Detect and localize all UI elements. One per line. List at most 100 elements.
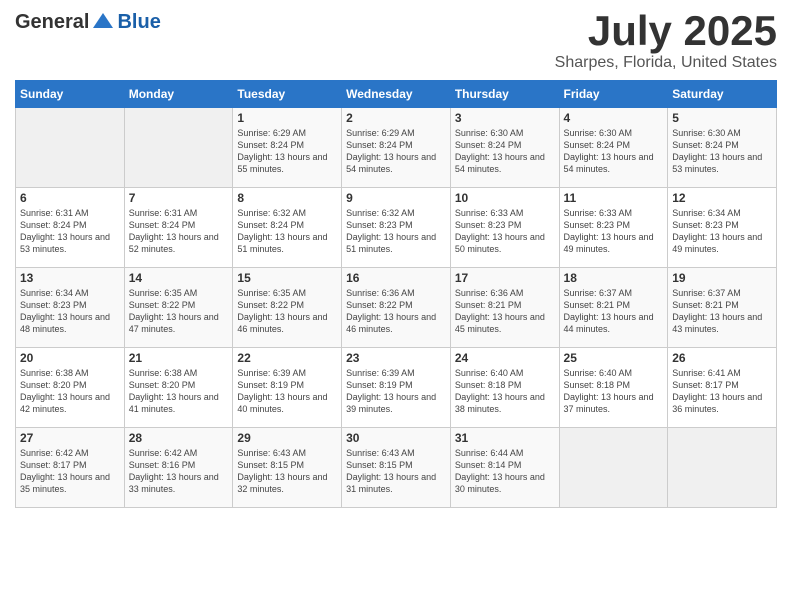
cell-detail: Sunrise: 6:30 AMSunset: 8:24 PMDaylight:… <box>455 127 555 176</box>
cell-detail: Sunrise: 6:29 AMSunset: 8:24 PMDaylight:… <box>346 127 446 176</box>
calendar-cell: 28 Sunrise: 6:42 AMSunset: 8:16 PMDayligh… <box>124 428 233 508</box>
cell-detail: Sunrise: 6:42 AMSunset: 8:17 PMDaylight:… <box>20 447 120 496</box>
location-title: Sharpes, Florida, United States <box>555 54 777 72</box>
calendar-cell: 10Sunrise: 6:33 AMSunset: 8:23 PMDayligh… <box>450 188 559 268</box>
day-number: 19 <box>672 271 772 285</box>
calendar-cell: 29 Sunrise: 6:43 AMSunset: 8:15 PMDayligh… <box>233 428 342 508</box>
day-number: 18 <box>564 271 664 285</box>
cell-detail: Sunrise: 6:29 AMSunset: 8:24 PMDaylight:… <box>237 127 337 176</box>
day-number: 27 <box>20 431 120 445</box>
day-number: 23 <box>346 351 446 365</box>
day-number: 16 <box>346 271 446 285</box>
cell-detail: Sunrise: 6:33 AMSunset: 8:23 PMDaylight:… <box>564 207 664 256</box>
calendar-cell: 26 Sunrise: 6:41 AMSunset: 8:17 PMDayligh… <box>668 348 777 428</box>
day-header-thursday: Thursday <box>450 81 559 108</box>
month-title: July 2025 <box>555 10 777 52</box>
day-header-sunday: Sunday <box>16 81 125 108</box>
cell-detail: Sunrise: 6:36 AMSunset: 8:22 PMDaylight:… <box>346 287 446 336</box>
day-header-tuesday: Tuesday <box>233 81 342 108</box>
day-number: 7 <box>129 191 229 205</box>
calendar-cell: 7 Sunrise: 6:31 AMSunset: 8:24 PMDaylight… <box>124 188 233 268</box>
calendar-cell: 2 Sunrise: 6:29 AMSunset: 8:24 PMDaylight… <box>342 108 451 188</box>
cell-detail: Sunrise: 6:43 AMSunset: 8:15 PMDaylight:… <box>346 447 446 496</box>
calendar-cell: 15Sunrise: 6:35 AMSunset: 8:22 PMDayligh… <box>233 268 342 348</box>
day-number: 2 <box>346 111 446 125</box>
calendar-cell: 1 Sunrise: 6:29 AMSunset: 8:24 PMDaylight… <box>233 108 342 188</box>
calendar-cell: 27 Sunrise: 6:42 AMSunset: 8:17 PMDayligh… <box>16 428 125 508</box>
calendar-cell <box>559 428 668 508</box>
day-number: 15 <box>237 271 337 285</box>
calendar-cell: 13 Sunrise: 6:34 AMSunset: 8:23 PMDayligh… <box>16 268 125 348</box>
day-number: 22 <box>237 351 337 365</box>
page-header: General Blue July 2025 Sharpes, Florida,… <box>15 10 777 72</box>
day-number: 12 <box>672 191 772 205</box>
day-number: 11 <box>564 191 664 205</box>
calendar-week-row: 13 Sunrise: 6:34 AMSunset: 8:23 PMDayligh… <box>16 268 777 348</box>
calendar-cell: 8 Sunrise: 6:32 AMSunset: 8:24 PMDaylight… <box>233 188 342 268</box>
logo-general-text: General <box>15 11 89 34</box>
calendar-cell: 24 Sunrise: 6:40 AMSunset: 8:18 PMDayligh… <box>450 348 559 428</box>
calendar-table: SundayMondayTuesdayWednesdayThursdayFrid… <box>15 80 777 508</box>
cell-detail: Sunrise: 6:43 AMSunset: 8:15 PMDaylight:… <box>237 447 337 496</box>
day-number: 3 <box>455 111 555 125</box>
day-number: 29 <box>237 431 337 445</box>
calendar-week-row: 27 Sunrise: 6:42 AMSunset: 8:17 PMDayligh… <box>16 428 777 508</box>
logo-icon <box>91 10 115 34</box>
day-number: 31 <box>455 431 555 445</box>
day-header-wednesday: Wednesday <box>342 81 451 108</box>
cell-detail: Sunrise: 6:42 AMSunset: 8:16 PMDaylight:… <box>129 447 229 496</box>
calendar-cell: 12 Sunrise: 6:34 AMSunset: 8:23 PMDayligh… <box>668 188 777 268</box>
cell-detail: Sunrise: 6:44 AMSunset: 8:14 PMDaylight:… <box>455 447 555 496</box>
day-number: 25 <box>564 351 664 365</box>
cell-detail: Sunrise: 6:40 AMSunset: 8:18 PMDaylight:… <box>455 367 555 416</box>
calendar-cell: 25 Sunrise: 6:40 AMSunset: 8:18 PMDayligh… <box>559 348 668 428</box>
cell-detail: Sunrise: 6:34 AMSunset: 8:23 PMDaylight:… <box>672 207 772 256</box>
calendar-cell: 11 Sunrise: 6:33 AMSunset: 8:23 PMDayligh… <box>559 188 668 268</box>
cell-detail: Sunrise: 6:37 AMSunset: 8:21 PMDaylight:… <box>672 287 772 336</box>
calendar-cell: 18 Sunrise: 6:37 AMSunset: 8:21 PMDayligh… <box>559 268 668 348</box>
day-number: 26 <box>672 351 772 365</box>
day-number: 24 <box>455 351 555 365</box>
calendar-cell: 30Sunrise: 6:43 AMSunset: 8:15 PMDayligh… <box>342 428 451 508</box>
calendar-cell: 17 Sunrise: 6:36 AMSunset: 8:21 PMDayligh… <box>450 268 559 348</box>
cell-detail: Sunrise: 6:35 AMSunset: 8:22 PMDaylight:… <box>129 287 229 336</box>
logo: General Blue <box>15 10 161 34</box>
calendar-cell: 6Sunrise: 6:31 AMSunset: 8:24 PMDaylight… <box>16 188 125 268</box>
calendar-cell <box>124 108 233 188</box>
logo-blue-text: Blue <box>117 11 160 34</box>
calendar-cell: 16 Sunrise: 6:36 AMSunset: 8:22 PMDayligh… <box>342 268 451 348</box>
calendar-cell <box>16 108 125 188</box>
day-number: 6 <box>20 191 120 205</box>
cell-detail: Sunrise: 6:38 AMSunset: 8:20 PMDaylight:… <box>129 367 229 416</box>
cell-detail: Sunrise: 6:37 AMSunset: 8:21 PMDaylight:… <box>564 287 664 336</box>
cell-detail: Sunrise: 6:31 AMSunset: 8:24 PMDaylight:… <box>129 207 229 256</box>
calendar-cell: 9Sunrise: 6:32 AMSunset: 8:23 PMDaylight… <box>342 188 451 268</box>
day-number: 28 <box>129 431 229 445</box>
cell-detail: Sunrise: 6:39 AMSunset: 8:19 PMDaylight:… <box>237 367 337 416</box>
cell-detail: Sunrise: 6:33 AMSunset: 8:23 PMDaylight:… <box>455 207 555 256</box>
cell-detail: Sunrise: 6:36 AMSunset: 8:21 PMDaylight:… <box>455 287 555 336</box>
calendar-cell: 4 Sunrise: 6:30 AMSunset: 8:24 PMDaylight… <box>559 108 668 188</box>
cell-detail: Sunrise: 6:34 AMSunset: 8:23 PMDaylight:… <box>20 287 120 336</box>
cell-detail: Sunrise: 6:30 AMSunset: 8:24 PMDaylight:… <box>564 127 664 176</box>
day-number: 17 <box>455 271 555 285</box>
calendar-cell <box>668 428 777 508</box>
day-number: 8 <box>237 191 337 205</box>
calendar-header-row: SundayMondayTuesdayWednesdayThursdayFrid… <box>16 81 777 108</box>
cell-detail: Sunrise: 6:41 AMSunset: 8:17 PMDaylight:… <box>672 367 772 416</box>
day-number: 4 <box>564 111 664 125</box>
day-number: 13 <box>20 271 120 285</box>
calendar-cell: 23Sunrise: 6:39 AMSunset: 8:19 PMDayligh… <box>342 348 451 428</box>
calendar-cell: 3 Sunrise: 6:30 AMSunset: 8:24 PMDaylight… <box>450 108 559 188</box>
cell-detail: Sunrise: 6:40 AMSunset: 8:18 PMDaylight:… <box>564 367 664 416</box>
day-number: 14 <box>129 271 229 285</box>
day-number: 20 <box>20 351 120 365</box>
calendar-cell: 22 Sunrise: 6:39 AMSunset: 8:19 PMDayligh… <box>233 348 342 428</box>
calendar-cell: 31 Sunrise: 6:44 AMSunset: 8:14 PMDayligh… <box>450 428 559 508</box>
cell-detail: Sunrise: 6:32 AMSunset: 8:24 PMDaylight:… <box>237 207 337 256</box>
calendar-week-row: 20 Sunrise: 6:38 AMSunset: 8:20 PMDayligh… <box>16 348 777 428</box>
cell-detail: Sunrise: 6:38 AMSunset: 8:20 PMDaylight:… <box>20 367 120 416</box>
day-number: 5 <box>672 111 772 125</box>
title-block: July 2025 Sharpes, Florida, United State… <box>555 10 777 72</box>
day-number: 1 <box>237 111 337 125</box>
